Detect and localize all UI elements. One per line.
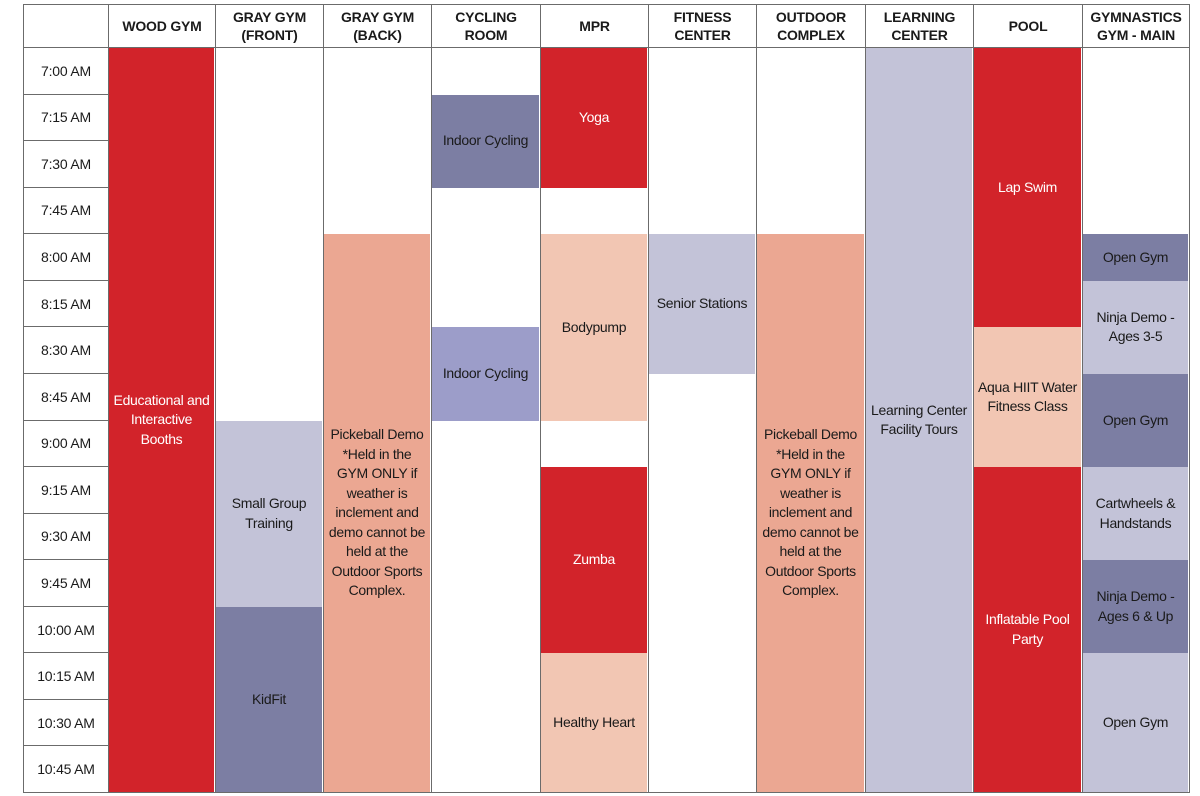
schedule-event[interactable]: Lap Swim [974, 48, 1081, 328]
event-label: Aqua HIIT Water Fitness Class [978, 378, 1077, 415]
time-label: 9:30 AM [23, 513, 109, 561]
event-label: Healthy Heart [553, 713, 635, 730]
room-column: Yoga Bodypump Zumba Healthy Heart [541, 48, 649, 793]
room-column: Senior Stations [649, 48, 757, 793]
room-header: POOL [974, 4, 1083, 48]
schedule-grid: 7:00 AM 7:15 AM 7:30 AM 7:45 AM 8:00 AM 8:15 … [23, 4, 1190, 793]
event-label: Ninja Demo - Ages 6 & Up [1096, 588, 1175, 624]
event-label: Yoga [578, 109, 610, 126]
time-label: 8:30 AM [23, 327, 109, 374]
time-label: 9:45 AM [23, 560, 109, 607]
room-column: Pickeball Demo *Held in the GYM ONLY if … [324, 48, 432, 793]
schedule-event[interactable]: Aqua HIIT Water Fitness Class [974, 327, 1081, 468]
schedule-event[interactable]: Yoga [541, 48, 647, 188]
event-label: Open Gym [1102, 713, 1169, 730]
schedule-event[interactable]: Inflatable Pool Party [974, 467, 1081, 792]
event-label: Cartwheels & Handstands [1095, 495, 1176, 531]
corner-header [23, 4, 109, 48]
time-label: 8:00 AM [23, 234, 109, 281]
room-header: WOOD GYM [109, 4, 216, 48]
time-label: 10:15 AM [23, 653, 109, 700]
room-column: Educational and Interactive Booths [109, 48, 216, 793]
room-header: CYCLING ROOM [432, 4, 541, 48]
schedule-event[interactable]: Senior Stations [649, 234, 755, 374]
room-column: Small Group Training KidFit [216, 48, 324, 793]
schedule-event[interactable]: Ninja Demo - Ages 6 & Up [1083, 560, 1188, 654]
schedule-event[interactable]: KidFit [216, 606, 322, 792]
time-label: 7:45 AM [23, 187, 109, 235]
room-column: Lap Swim Aqua HIIT Water Fitness Class Inf… [974, 48, 1083, 793]
time-label: 10:00 AM [23, 606, 109, 654]
event-label: Open Gym [1102, 411, 1169, 428]
room-column: Open Gym Ninja Demo - Ages 3-5 Open Gym Car… [1083, 48, 1190, 793]
schedule-event[interactable]: Small Group Training [216, 420, 322, 607]
schedule-event[interactable]: Ninja Demo - Ages 3-5 [1083, 280, 1188, 374]
schedule-event[interactable]: Open Gym [1083, 234, 1188, 281]
event-label: Pickeball Demo *Held in the GYM ONLY if … [762, 426, 859, 599]
schedule-event[interactable]: Educational and Interactive Booths [109, 48, 214, 792]
time-label: 9:00 AM [23, 420, 109, 468]
room-column: Learning Center Facility Tours [866, 48, 974, 793]
schedule-event[interactable]: Pickeball Demo *Held in the GYM ONLY if … [757, 234, 864, 792]
room-header: LEARNING CENTER [866, 4, 974, 48]
time-label: 7:15 AM [23, 94, 109, 142]
event-label: Bodypump [561, 318, 627, 335]
schedule-event[interactable]: Open Gym [1083, 653, 1188, 792]
event-label: Educational and Interactive Booths [113, 391, 210, 447]
schedule-event[interactable]: Indoor Cycling [432, 327, 539, 421]
event-label: Indoor Cycling [442, 132, 529, 149]
room-column: Pickeball Demo *Held in the GYM ONLY if … [757, 48, 866, 793]
time-label: 8:15 AM [23, 280, 109, 328]
room-header: GRAY GYM (BACK) [324, 4, 432, 48]
time-label: 8:45 AM [23, 373, 109, 421]
event-label: Zumba [572, 551, 616, 568]
event-label: Senior Stations [656, 295, 748, 312]
schedule-event[interactable]: Pickeball Demo *Held in the GYM ONLY if … [324, 234, 430, 792]
room-header: GYMNASTICS GYM - MAIN [1083, 4, 1190, 48]
event-label: Indoor Cycling [442, 365, 529, 382]
room-header: OUTDOOR COMPLEX [757, 4, 866, 48]
room-header: MPR [541, 4, 649, 48]
schedule-event[interactable]: Open Gym [1083, 373, 1188, 468]
room-column: Indoor Cycling Indoor Cycling [432, 48, 541, 793]
schedule-event[interactable]: Zumba [541, 467, 647, 654]
event-label: Ninja Demo - Ages 3-5 [1096, 308, 1175, 345]
schedule-event[interactable]: Indoor Cycling [432, 94, 539, 188]
event-label: Open Gym [1102, 248, 1169, 265]
event-label: Learning Center Facility Tours [871, 401, 967, 438]
event-label: Inflatable Pool Party [985, 611, 1070, 647]
room-header: GRAY GYM (FRONT) [216, 4, 324, 48]
time-label: 7:30 AM [23, 141, 109, 188]
schedule-event[interactable]: Bodypump [541, 234, 647, 421]
schedule-event[interactable]: Healthy Heart [541, 653, 647, 792]
event-label: Pickeball Demo *Held in the GYM ONLY if … [328, 426, 426, 599]
schedule-event[interactable]: Learning Center Facility Tours [866, 48, 972, 792]
room-header: FITNESS CENTER [649, 4, 757, 48]
event-label: Small Group Training [231, 495, 307, 531]
time-label: 10:30 AM [23, 699, 109, 747]
event-label: Lap Swim [997, 178, 1058, 195]
time-label: 9:15 AM [23, 467, 109, 514]
event-label: KidFit [252, 690, 286, 707]
schedule-event[interactable]: Cartwheels & Handstands [1083, 467, 1188, 561]
time-label: 7:00 AM [23, 48, 109, 95]
time-label: 10:45 AM [23, 746, 109, 793]
